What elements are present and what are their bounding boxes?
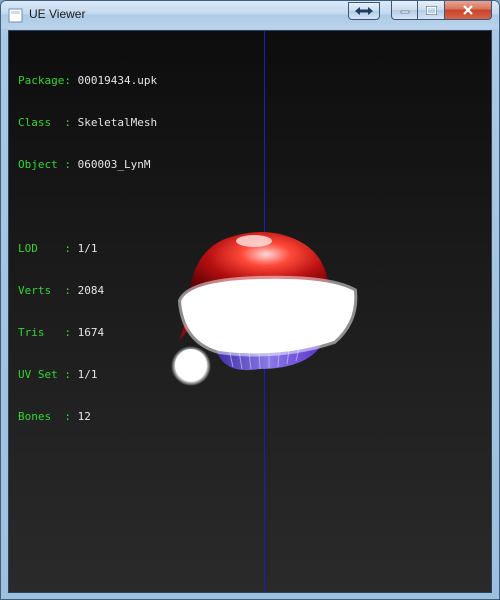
info-value: SkeletalMesh — [77, 116, 158, 129]
info-row-verts: Verts : 2084 — [18, 284, 157, 298]
info-value: 2084 — [77, 284, 105, 297]
info-value: 00019434.upk — [77, 74, 158, 87]
close-button[interactable] — [445, 1, 492, 20]
info-label: Object : — [18, 158, 71, 171]
info-row-package: Package: 00019434.upk — [18, 74, 157, 88]
info-row-bones: Bones : 12 — [18, 410, 157, 424]
close-icon — [463, 5, 473, 15]
minimize-button[interactable] — [391, 1, 418, 20]
info-row-lod: LOD : 1/1 — [18, 242, 157, 256]
window-title: UE Viewer — [29, 7, 86, 21]
info-label: Verts : — [18, 284, 71, 297]
info-value: 1/1 — [77, 368, 98, 381]
info-label: LOD : — [18, 242, 71, 255]
info-value: 1/1 — [77, 242, 98, 255]
mesh-info-panel: Package: 00019434.upk Class : SkeletalMe… — [18, 46, 157, 452]
maximize-button[interactable] — [418, 1, 445, 20]
app-window: UE Viewer Package: 00019434.upk Class: … — [0, 0, 500, 600]
info-label: Tris : — [18, 326, 71, 339]
swap-button[interactable] — [348, 2, 380, 20]
info-label: Class : — [18, 116, 71, 129]
info-row-uvset: UV Set : 1/1 — [18, 368, 157, 382]
info-row-tris: Tris : 1674 — [18, 326, 157, 340]
info-row-object: Object : 060003_LynM — [18, 158, 157, 172]
info-value: 060003_LynM — [77, 158, 151, 171]
app-icon — [8, 8, 23, 23]
info-label: UV Set : — [18, 368, 71, 381]
title-bar[interactable]: UE Viewer — [1, 1, 499, 29]
santa-hat-mesh[interactable] — [159, 201, 359, 391]
maximize-icon — [425, 5, 437, 15]
info-label: Package: — [18, 74, 71, 87]
info-value: 12 — [77, 410, 91, 423]
info-value: 1674 — [77, 326, 105, 339]
minimize-icon — [400, 10, 409, 14]
3d-viewport[interactable]: Package: 00019434.upk Class : SkeletalMe… — [8, 30, 492, 593]
info-label: Bones : — [18, 410, 71, 423]
info-row-class: Class : SkeletalMesh — [18, 116, 157, 130]
swap-arrows-icon — [355, 7, 373, 15]
